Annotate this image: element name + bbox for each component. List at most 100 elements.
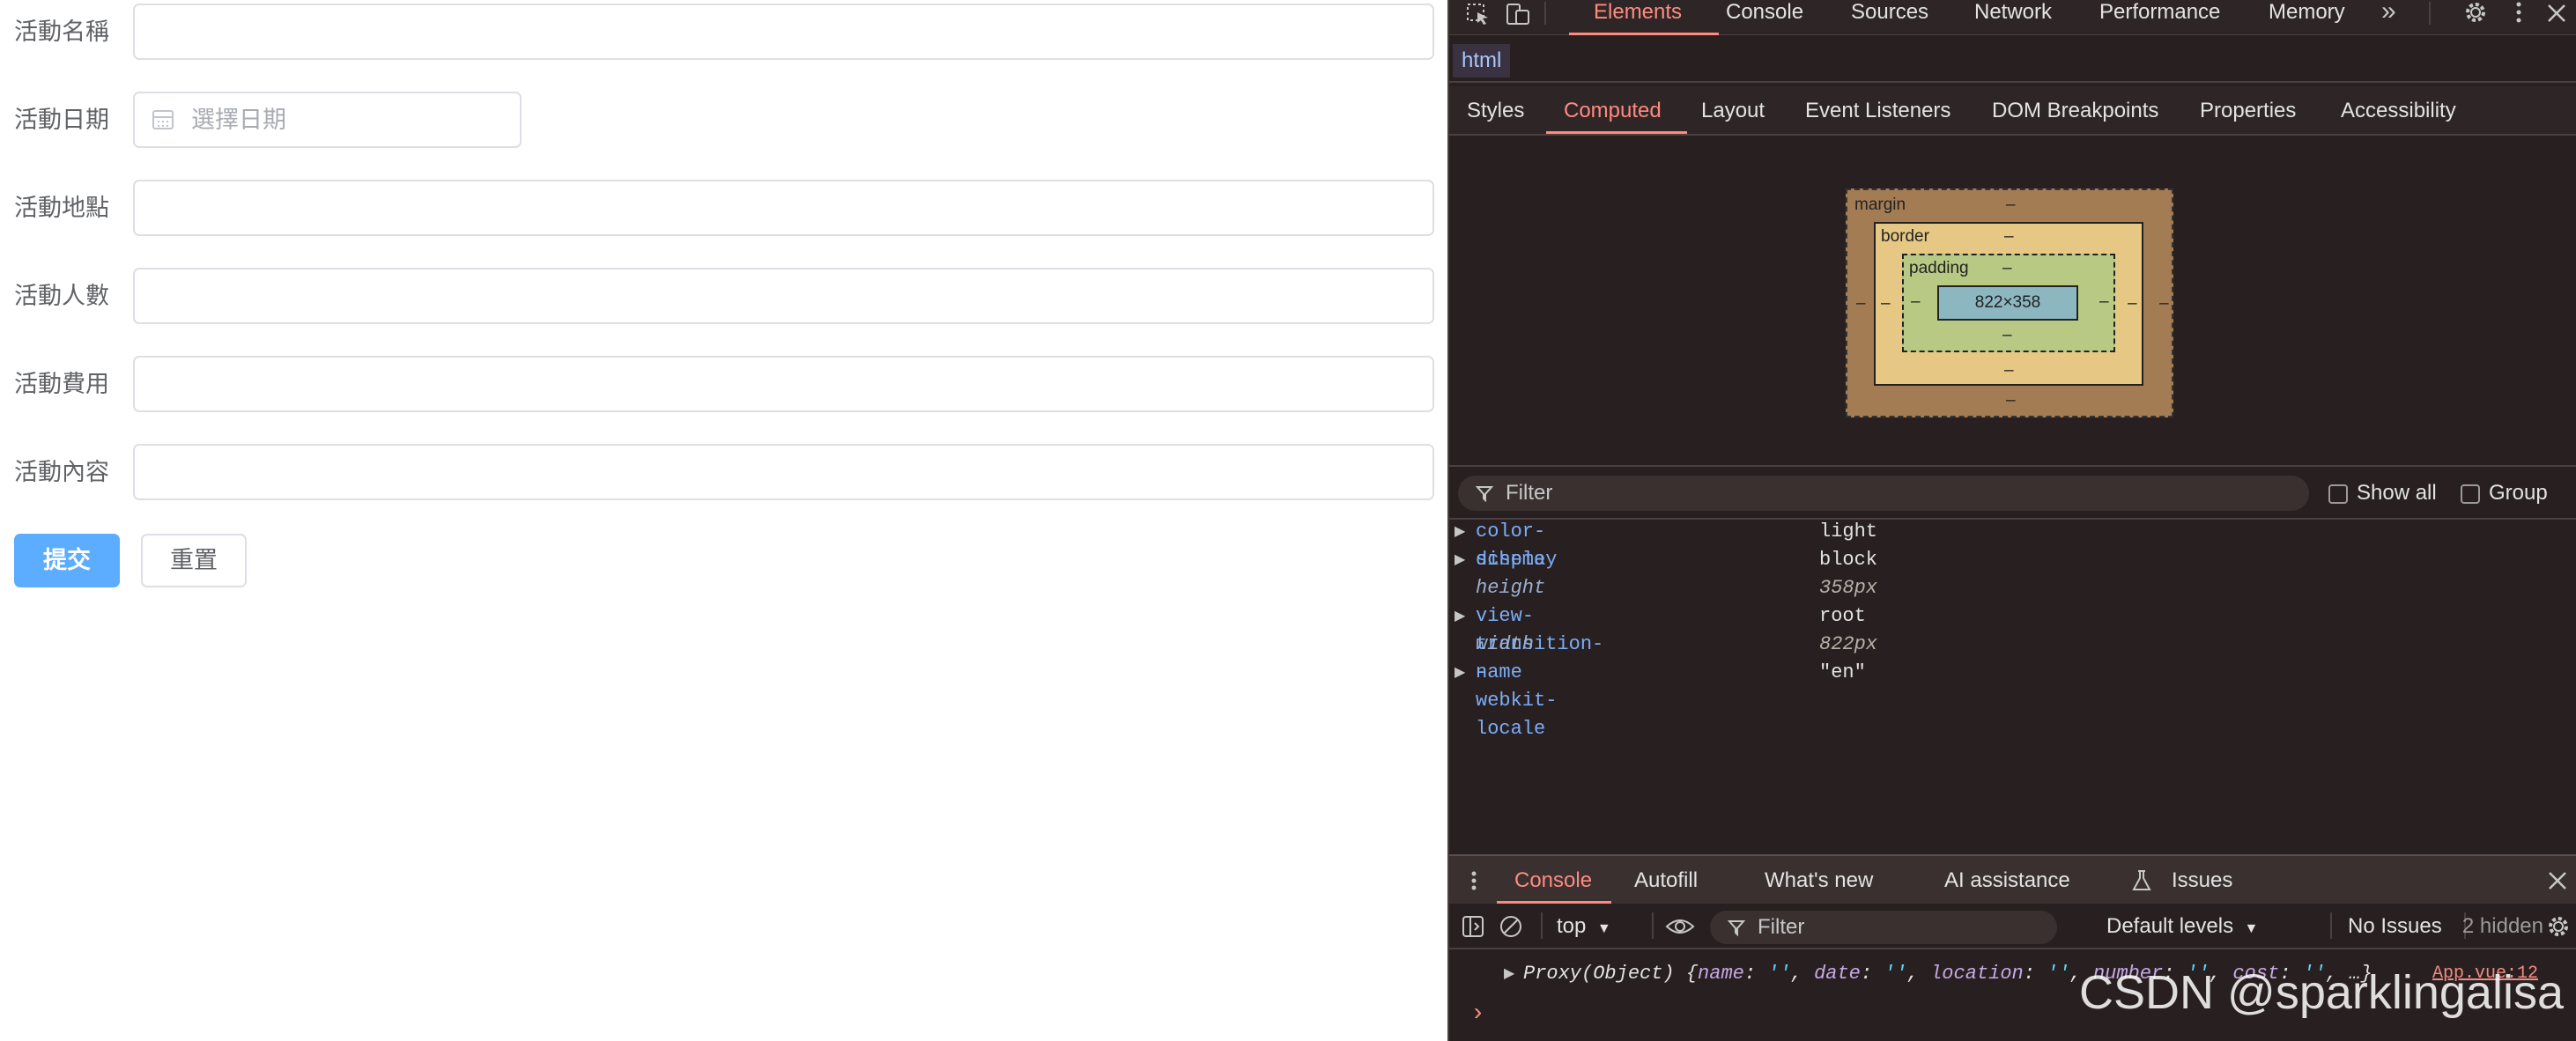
computed-properties-list: ▶ color-scheme light ▶ display block hei… [1449,518,2576,740]
field-label-number: 活動人數 [14,283,109,309]
border-top-value: – [2004,227,2014,246]
property-value: 358px [1819,577,1878,599]
devtools-main-toolbar: Elements Console Sources Network Perform… [1449,0,2576,35]
drawer-tab-issues[interactable]: Issues [2172,868,2232,893]
reset-button[interactable]: 重置 [141,534,247,587]
tab-elements[interactable]: Elements [1594,0,1682,25]
toolbar-divider [2429,2,2431,25]
flask-icon [2132,870,2151,890]
toolbar-divider [1541,912,1543,939]
expand-triangle-icon[interactable]: ▶ [1455,518,1465,546]
tab-console[interactable]: Console [1726,0,1803,25]
live-expression-eye-icon[interactable] [1664,914,1696,939]
tab-computed[interactable]: Computed [1564,99,1662,123]
property-value: block [1819,549,1878,571]
box-model-content-size[interactable]: 822×358 [1937,285,2078,321]
close-drawer-icon[interactable] [2547,870,2568,891]
expand-object-icon[interactable]: ▶ [1504,960,1514,988]
expand-triangle-icon[interactable]: ▶ [1455,602,1465,631]
console-filter-input[interactable]: Filter [1710,911,2057,944]
show-all-checkbox[interactable] [2328,484,2348,504]
property-name: -webkit-locale [1476,661,1558,740]
box-model-border[interactable]: border – – – – padding – – – – 822×358 [1874,222,2143,386]
tab-performance[interactable]: Performance [2099,0,2220,25]
tab-dom-breakpoints[interactable]: DOM Breakpoints [1992,99,2158,123]
expand-triangle-icon[interactable]: ▶ [1455,659,1465,687]
filter-funnel-icon [1476,486,1493,502]
tab-memory[interactable]: Memory [2269,0,2345,25]
number-input[interactable] [133,268,1434,324]
computed-filter-bar: Filter Show all Group [1449,465,2576,520]
field-label-cost: 活動費用 [14,371,109,397]
context-label: top [1557,914,1587,938]
name-input[interactable] [133,4,1434,60]
border-right-value: – [2128,294,2137,313]
log-key: location [1930,963,2024,985]
close-devtools-icon[interactable] [2545,2,2568,25]
drawer-tabbar: Console Autofill What's new AI assistanc… [1449,854,2576,904]
more-tabs-chevron-icon[interactable]: » [2381,0,2396,26]
console-toolbar: top ▼ Filter Default levels ▼ No Issues … [1449,904,2576,949]
console-filter-placeholder: Filter [1758,915,1805,939]
box-model-padding[interactable]: padding – – – – 822×358 [1902,254,2115,352]
dropdown-arrow-icon: ▼ [1596,921,1611,936]
toolbar-divider [2330,912,2332,939]
group-checkbox[interactable] [2461,484,2480,504]
padding-top-value: – [2002,259,2012,277]
tab-event-listeners[interactable]: Event Listeners [1805,99,1951,123]
settings-gear-icon[interactable] [2462,0,2489,26]
field-label-date: 活動日期 [14,107,109,133]
clear-console-icon[interactable] [1499,914,1523,939]
hidden-count-label: 2 hidden [2461,914,2543,938]
margin-left-value: – [1856,294,1866,313]
date-picker-input[interactable]: 選擇日期 [133,92,522,148]
border-label: border [1881,227,1929,246]
date-placeholder: 選擇日期 [191,107,286,133]
console-settings-gear-icon[interactable] [2545,914,2572,941]
tab-properties[interactable]: Properties [2200,99,2296,123]
location-input[interactable] [133,180,1434,236]
drawer-menu-icon[interactable] [1469,870,1479,893]
padding-right-value: – [2099,292,2109,311]
issues-count-button[interactable]: No Issues [2348,914,2442,939]
context-selector[interactable]: top ▼ [1557,914,1611,939]
calendar-icon [152,110,174,129]
show-sidebar-icon[interactable] [1462,914,1486,939]
log-key: date [1814,963,1861,985]
log-levels-dropdown[interactable]: Default levels ▼ [2106,914,2258,939]
tab-styles[interactable]: Styles [1467,99,1524,123]
expand-triangle-icon[interactable]: ▶ [1455,546,1465,574]
tab-network[interactable]: Network [1974,0,2052,25]
drawer-tab-ai-assistance[interactable]: AI assistance [1944,868,2070,893]
group-label: Group [2489,481,2548,505]
breadcrumb-html[interactable]: html [1453,44,1511,78]
log-value: '' [1884,963,1907,985]
tab-sources[interactable]: Sources [1851,0,1928,25]
console-prompt-chevron-icon[interactable]: › [1470,1000,1485,1028]
filter-funnel-icon [1728,920,1745,936]
sidebar-tabs: Styles Computed Layout Event Listeners D… [1449,86,2576,136]
property-name: width [1476,633,1535,655]
field-label-content: 活動內容 [14,459,109,485]
computed-filter-input[interactable]: Filter [1458,476,2309,511]
content-input[interactable] [133,444,1434,500]
active-subtab-underline [1546,131,1687,134]
padding-left-value: – [1911,292,1921,311]
cost-input[interactable] [133,356,1434,412]
margin-label: margin [1854,196,1906,214]
submit-button[interactable]: 提交 [14,534,120,587]
log-prefix: Proxy(Object) { [1523,963,1699,985]
property-value: "en" [1819,661,1866,683]
property-value: 822px [1819,633,1878,655]
inspect-element-icon[interactable] [1465,2,1492,26]
drawer-tab-autofill[interactable]: Autofill [1634,868,1698,893]
property-value: root [1819,605,1866,627]
tab-accessibility[interactable]: Accessibility [2341,99,2456,123]
tab-layout[interactable]: Layout [1701,99,1765,123]
device-toolbar-icon[interactable] [1506,2,1532,26]
box-model-margin[interactable]: margin – – – – border – – – – padding – … [1846,188,2173,417]
drawer-tab-whats-new[interactable]: What's new [1765,868,1873,893]
border-left-value: – [1881,294,1891,313]
more-options-icon[interactable] [2510,0,2528,26]
drawer-tab-console[interactable]: Console [1514,868,1592,893]
